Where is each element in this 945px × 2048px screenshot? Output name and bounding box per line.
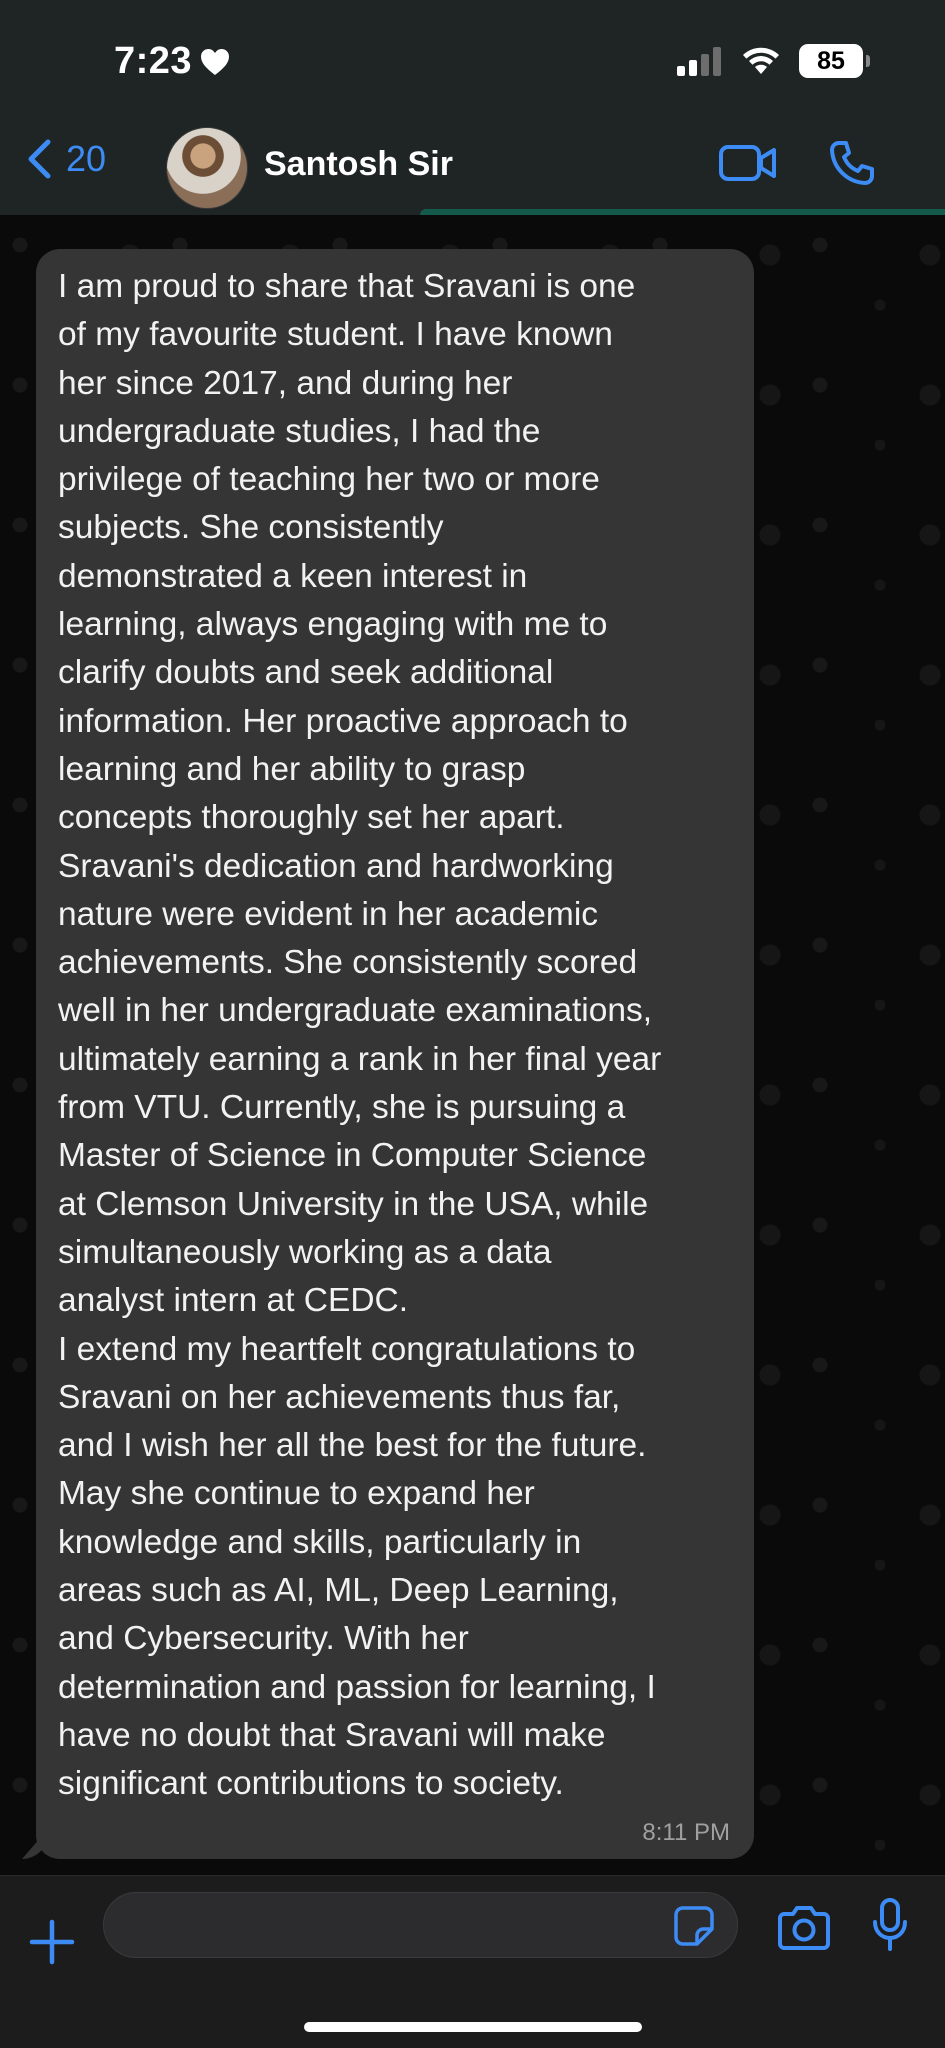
phone-call-icon[interactable] [829, 140, 875, 186]
back-button[interactable]: 20 [26, 138, 106, 180]
chat-header: 7:23 85 20 Santosh Sir [0, 0, 945, 215]
header-actions [719, 140, 875, 186]
camera-icon[interactable] [778, 1904, 830, 1950]
signal-bars-icon [677, 47, 721, 76]
wifi-icon [743, 47, 779, 74]
heart-icon [201, 48, 230, 75]
microphone-icon[interactable] [872, 1898, 908, 1952]
composer-bar [0, 1875, 945, 2048]
status-time-text: 7:23 [114, 40, 193, 82]
battery-indicator: 85 [799, 44, 870, 78]
message-timestamp: 8:11 PM [642, 1819, 730, 1846]
status-time: 7:23 [114, 40, 230, 83]
plus-icon[interactable] [28, 1918, 76, 1966]
message-text: I am proud to share that Sravani is one … [58, 268, 662, 1803]
contact-name[interactable]: Santosh Sir [264, 145, 453, 184]
sticker-icon[interactable] [673, 1905, 715, 1947]
status-indicators: 85 [677, 44, 870, 78]
battery-level: 85 [817, 46, 845, 75]
avatar[interactable] [166, 127, 248, 209]
message-bubble[interactable]: I am proud to share that Sravani is one … [36, 249, 754, 1859]
video-call-icon[interactable] [719, 143, 777, 183]
message-input[interactable] [103, 1892, 738, 1958]
chat-area[interactable]: I am proud to share that Sravani is one … [0, 215, 945, 1875]
home-indicator [304, 2022, 642, 2032]
chevron-left-icon [28, 139, 51, 179]
unread-count: 20 [66, 138, 107, 179]
